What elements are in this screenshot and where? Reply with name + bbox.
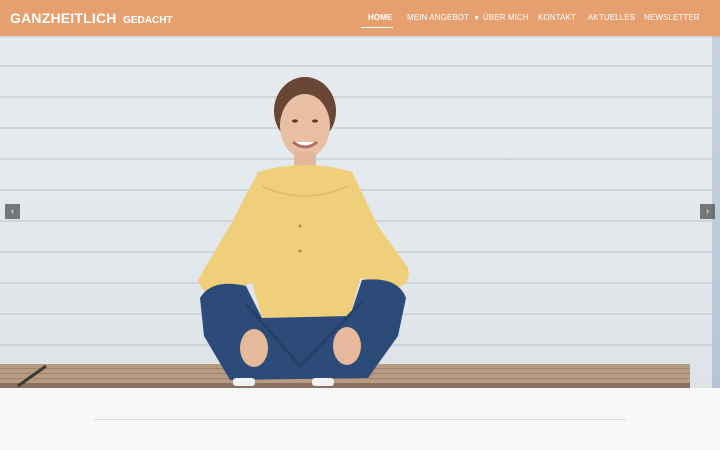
nav-aktuelles[interactable]: AKTUELLES (588, 13, 635, 22)
chevron-right-icon: › (705, 206, 710, 217)
site-logo[interactable]: GANZHEITLICH GEDACHT (10, 10, 173, 28)
chevron-left-icon: ‹ (10, 206, 15, 217)
hero-photo-woman (17, 77, 409, 388)
top-navbar: GANZHEITLICH GEDACHT HOME MEIN ANGEBOT ▼ … (0, 0, 720, 36)
content-divider (94, 419, 626, 420)
nav-active-indicator (361, 27, 393, 28)
nav-mein-angebot[interactable]: MEIN ANGEBOT ▼ (407, 13, 480, 22)
slider-next-button[interactable]: › (700, 204, 715, 219)
nav-newsletter[interactable]: NEWSLETTER (644, 13, 700, 22)
slider-prev-button[interactable]: ‹ (5, 204, 20, 219)
logo-sub-text: GEDACHT (123, 15, 173, 26)
nav-ueber-mich[interactable]: ÜBER MICH (483, 13, 529, 22)
chevron-down-icon: ▼ (473, 15, 481, 22)
content-section (0, 388, 720, 450)
hero-slider: ‹ › (0, 36, 720, 388)
nav-home[interactable]: HOME (368, 13, 392, 22)
nav-mein-angebot-label: MEIN ANGEBOT (407, 13, 470, 22)
nav-kontakt[interactable]: KONTAKT (538, 13, 576, 22)
logo-main-text: GANZHEITLICH (10, 10, 117, 26)
